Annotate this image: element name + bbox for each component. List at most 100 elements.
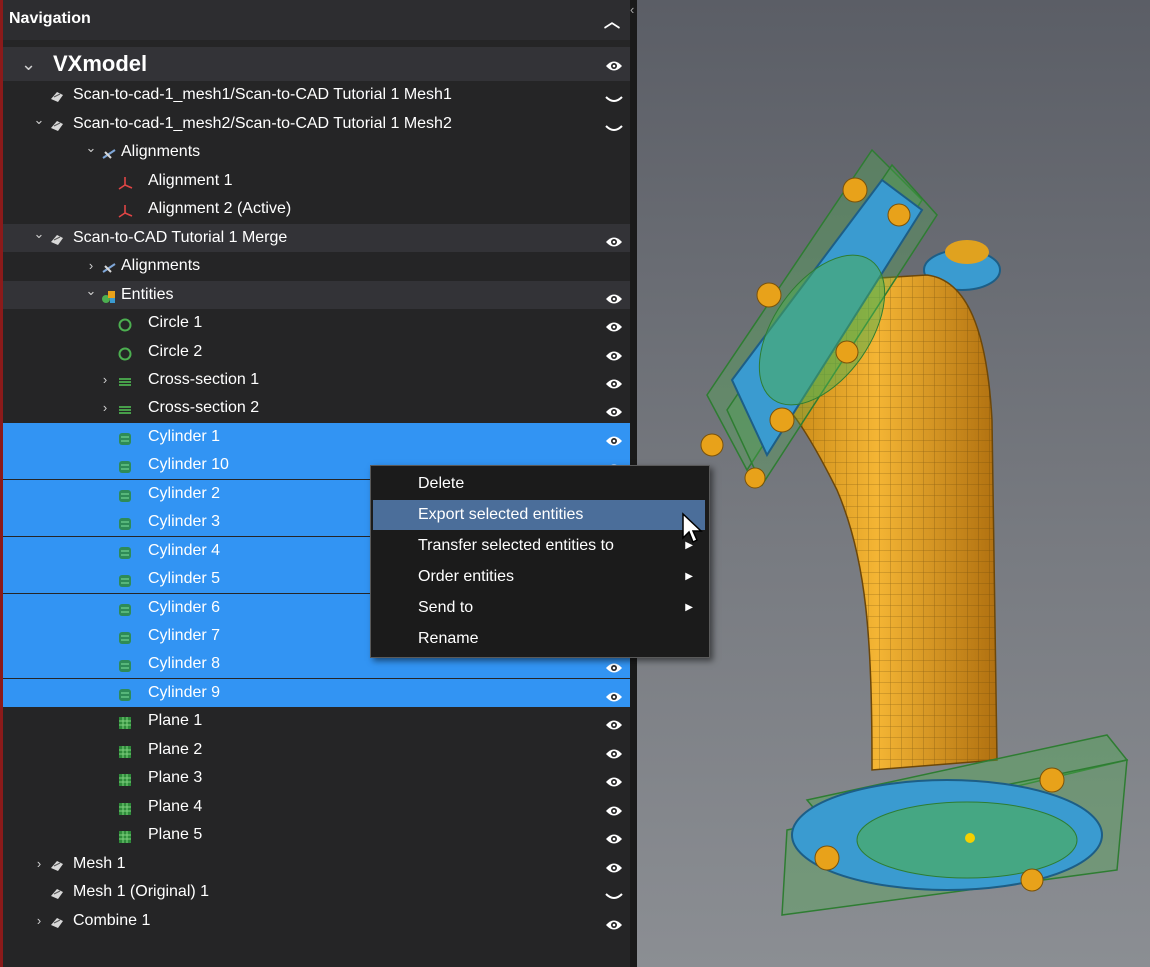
- eye-icon[interactable]: [605, 316, 623, 332]
- tree-row[interactable]: Alignment 2 (Active): [3, 195, 630, 223]
- mesh-icon: [49, 116, 65, 132]
- context-menu-item[interactable]: Send to ▶: [373, 593, 705, 623]
- tree-row[interactable]: Cylinder 1: [3, 422, 630, 451]
- plane-icon: [117, 770, 133, 787]
- cylinder-icon: [117, 429, 133, 445]
- plane-icon: [117, 827, 133, 844]
- eye-icon[interactable]: [605, 430, 623, 446]
- tree-row[interactable]: Plane 1: [3, 707, 630, 735]
- chevron-down-icon[interactable]: ⌄: [33, 106, 45, 134]
- tree-row-label: Plane 1: [148, 712, 203, 730]
- tree-row-label: Cylinder 8: [148, 655, 221, 673]
- eye-icon[interactable]: [605, 800, 623, 816]
- context-menu-item[interactable]: Delete: [373, 469, 705, 499]
- cylinder-icon: [117, 656, 133, 673]
- cross-icon: [117, 372, 133, 388]
- tree-row[interactable]: › Mesh 1: [3, 850, 630, 878]
- 3d-viewport[interactable]: [637, 0, 1150, 967]
- align-icon: [101, 258, 117, 274]
- tree-row-label: Alignments: [121, 257, 201, 275]
- tree-row-label: Plane 2: [148, 740, 203, 758]
- collapse-arrow-icon[interactable]: ‹: [630, 2, 634, 17]
- eye-icon[interactable]: [605, 743, 623, 759]
- eye-icon[interactable]: [605, 857, 623, 873]
- eye-icon[interactable]: [605, 345, 623, 360]
- tree-row[interactable]: ⌄ Scan-to-CAD Tutorial 1 Merge: [3, 223, 630, 252]
- tree-row[interactable]: › Cross-section 1: [3, 366, 630, 394]
- eye-icon[interactable]: [605, 401, 623, 417]
- tree-row[interactable]: Alignment 1: [3, 167, 630, 195]
- circle-icon: [117, 315, 133, 332]
- chevron-right-icon[interactable]: ›: [33, 907, 45, 935]
- plane-icon: [117, 713, 133, 730]
- context-menu-item-label: Rename: [418, 630, 479, 647]
- tree-row[interactable]: Plane 4: [3, 793, 630, 821]
- axis-icon: [117, 201, 133, 218]
- chevron-down-icon[interactable]: ⌄: [85, 277, 97, 305]
- tree-row-label: Cylinder 10: [148, 456, 229, 474]
- mesh-icon: [49, 913, 65, 929]
- eye-icon[interactable]: [605, 373, 623, 389]
- chevron-down-icon[interactable]: ⌄: [85, 134, 97, 162]
- eye-icon[interactable]: [605, 231, 623, 247]
- eye-icon[interactable]: [605, 771, 623, 787]
- context-menu-item[interactable]: Transfer selected entities to ▶: [373, 531, 705, 561]
- chevron-up-icon[interactable]: ︿: [604, 8, 620, 32]
- chevron-down-icon[interactable]: ⌄: [33, 220, 45, 248]
- tree-row-label: Cylinder 3: [148, 513, 221, 531]
- tree-row-label: Cylinder 4: [148, 541, 221, 559]
- tree-row-label: Scan-to-cad-1_mesh2/Scan-to-CAD Tutorial…: [73, 114, 452, 132]
- eye-icon[interactable]: [605, 714, 623, 730]
- mesh-icon: [49, 230, 65, 246]
- eye-icon[interactable]: [605, 914, 623, 929]
- tree-row[interactable]: › Combine 1: [3, 907, 630, 935]
- tree-row[interactable]: Cylinder 9: [3, 678, 630, 707]
- tree-row[interactable]: ⌄ Entities: [3, 280, 630, 309]
- tree-row-label: Cylinder 1: [148, 427, 221, 445]
- mesh-icon: [49, 87, 65, 103]
- eye-icon[interactable]: [605, 288, 623, 304]
- tree-row-label: Cylinder 7: [148, 627, 221, 644]
- 3d-model-render[interactable]: [637, 0, 1150, 967]
- tree-row[interactable]: Circle 1: [3, 309, 630, 337]
- cylinder-icon: [117, 571, 133, 588]
- tree-row[interactable]: Plane 3: [3, 764, 630, 792]
- context-menu: Delete Export selected entities Transfer s…: [370, 465, 710, 658]
- plane-icon: [117, 742, 133, 758]
- tree-row[interactable]: › Cross-section 2: [3, 394, 630, 422]
- submenu-arrow-icon: ▶: [685, 602, 693, 613]
- context-menu-item-label: Transfer selected entities to: [418, 537, 614, 554]
- context-menu-item[interactable]: Order entities ▶: [373, 562, 705, 592]
- tree-row[interactable]: ⌄ Alignments: [3, 138, 630, 166]
- eye-closed-icon[interactable]: [605, 88, 623, 103]
- chevron-right-icon[interactable]: ›: [33, 850, 45, 878]
- context-menu-item[interactable]: Export selected entities: [373, 500, 705, 530]
- tree-row[interactable]: Plane 2: [3, 736, 630, 764]
- context-menu-item[interactable]: Rename: [373, 624, 705, 654]
- tree-row[interactable]: ⌄ Scan-to-cad-1_mesh2/Scan-to-CAD Tutoria…: [3, 110, 630, 138]
- mesh-icon: [49, 884, 65, 900]
- tree-row-label: Alignment 1: [148, 171, 233, 189]
- circle-icon: [117, 344, 133, 360]
- tree-row[interactable]: Mesh 1 (Original) 1: [3, 878, 630, 906]
- eye-icon[interactable]: [605, 828, 623, 844]
- tree-row[interactable]: Scan-to-cad-1_mesh1/Scan-to-CAD Tutorial…: [3, 81, 630, 109]
- eye-icon[interactable]: [605, 657, 623, 673]
- cylinder-icon: [117, 685, 133, 701]
- tree-row[interactable]: › Alignments: [3, 252, 630, 280]
- cylinder-icon: [117, 543, 133, 559]
- tree-row-label: Plane 3: [148, 769, 203, 787]
- tree-row-label: Cylinder 6: [148, 598, 221, 616]
- chevron-right-icon[interactable]: ›: [99, 366, 111, 394]
- eye-closed-icon[interactable]: [605, 117, 623, 131]
- tree-row[interactable]: Plane 5: [3, 821, 630, 849]
- context-menu-item-label: Send to: [418, 599, 474, 616]
- eye-icon[interactable]: [605, 686, 623, 702]
- eye-closed-icon[interactable]: [605, 885, 623, 900]
- chevron-down-icon[interactable]: ⌄: [21, 47, 36, 81]
- eye-icon[interactable]: [605, 55, 623, 71]
- tree-row-label: Circle 2: [148, 342, 203, 360]
- tree-row[interactable]: Circle 2: [3, 338, 630, 366]
- chevron-right-icon[interactable]: ›: [99, 394, 111, 422]
- tree-row[interactable]: ⌄ VXmodel: [3, 47, 630, 81]
